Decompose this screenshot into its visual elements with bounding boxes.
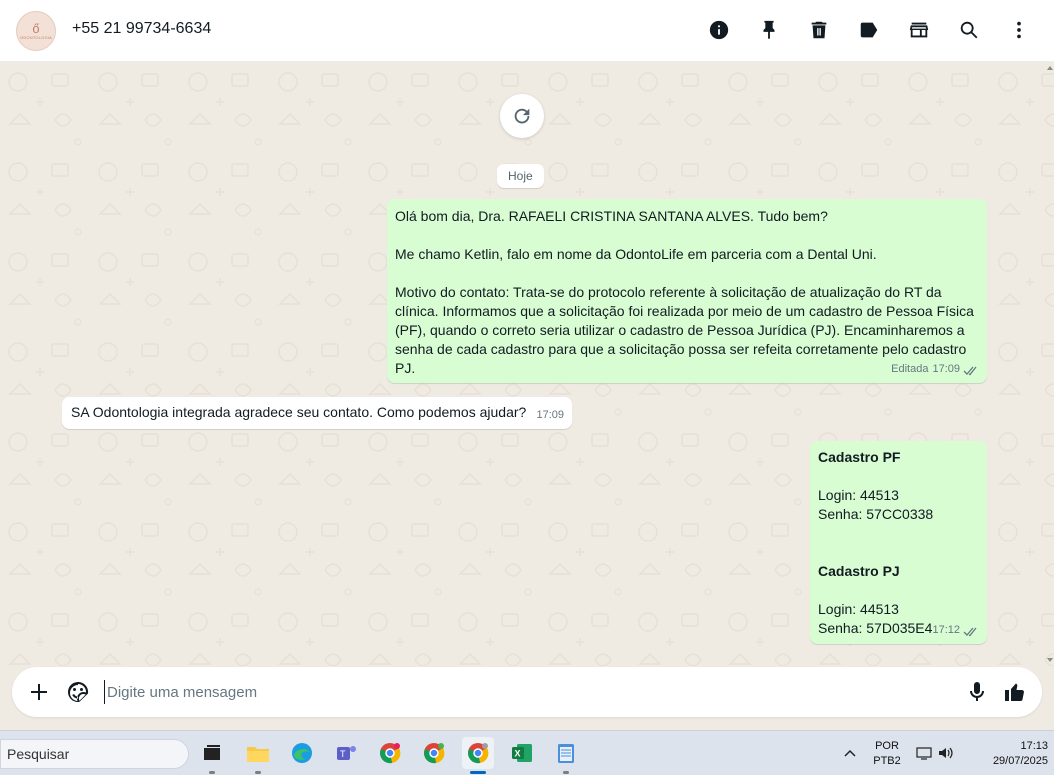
store-icon[interactable] [904,15,934,45]
message-bubble-incoming[interactable]: SA Odontologia integrada agradece seu co… [62,397,572,429]
contact-name[interactable]: +55 21 99734-6634 [72,20,211,38]
double-check-read-icon [963,625,979,637]
more-vert-icon[interactable] [1004,15,1034,45]
clock-date: 29/07/2025 [992,755,1048,767]
message-time: 17:12 [932,624,960,636]
message-text-line: Olá bom dia, Dra. RAFAELI CRISTINA SANTA… [395,208,828,224]
message-text-line: Motivo do contato: Trata-se do protocolo… [395,284,942,300]
file-explorer-icon[interactable] [242,737,274,774]
message-time: 17:09 [536,409,564,421]
label-icon[interactable] [854,15,884,45]
info-icon[interactable] [704,15,734,45]
pin-icon[interactable] [754,15,784,45]
reload-messages-button[interactable] [500,94,544,138]
microphone-icon[interactable] [964,679,990,705]
search-icon[interactable] [954,15,984,45]
message-meta: 17:12 [932,621,979,640]
sticker-emoji-icon[interactable] [65,679,91,705]
double-check-read-icon [963,364,979,376]
delete-icon[interactable] [804,15,834,45]
message-text-line [395,264,979,283]
edited-label: Editada [891,363,929,375]
cadastro-pf-title: Cadastro PF [818,449,901,465]
volume-icon[interactable] [936,743,956,763]
app-running-indicator [209,771,215,774]
task-view-icon[interactable] [196,737,228,774]
message-text-line: clínica. Informamos que a solicitação fo… [395,303,974,319]
taskbar-clock[interactable]: 17:13 29/07/2025 [990,739,1048,769]
message-meta: 17:09 [536,406,564,425]
scroll-down-arrow-icon[interactable] [1047,658,1053,662]
cadastro-pj-title: Cadastro PJ [818,563,900,579]
edge-browser-icon[interactable] [286,737,318,769]
chrome-active-icon[interactable] [462,737,494,774]
chat-header: ő ODONTOLOGIA +55 21 99734-6634 [0,0,1054,62]
message-text-line [395,226,979,245]
avatar-logo-text: ODONTOLOGIA [20,35,52,40]
cadastro-pf-login: Login: 44513 [818,487,899,503]
show-hidden-icons-chevron-icon[interactable] [840,743,860,763]
message-input[interactable] [104,680,954,704]
refresh-icon [514,108,530,124]
excel-icon[interactable]: X [506,737,538,769]
header-actions [684,15,1034,45]
svg-text:X: X [515,749,521,759]
language-code: POR [875,740,899,752]
thumbs-up-icon[interactable] [1002,679,1028,705]
message-time: 17:09 [932,363,960,375]
message-text-line: Me chamo Ketlin, falo em nome da OdontoL… [395,246,877,262]
chat-scrollbar[interactable] [1046,62,1054,666]
cadastro-pf-senha: Senha: 57CC0338 [818,506,934,522]
chrome-profile-icon[interactable] [418,737,450,769]
message-meta: Editada 17:09 [891,360,979,379]
taskbar-search-placeholder: Pesquisar [7,746,70,762]
notepad-icon[interactable] [550,737,582,774]
clock-time: 17:13 [1020,740,1048,752]
teams-icon[interactable]: T [330,737,362,769]
taskbar-search-box[interactable]: Pesquisar [0,739,189,769]
app-running-indicator [255,771,261,774]
windows-taskbar: Pesquisar T X POR PTB2 17:13 29/07/2025 [0,730,1054,775]
scroll-up-arrow-icon[interactable] [1047,66,1053,70]
chat-area[interactable]: Hoje Olá bom dia, Dra. RAFAELI CRISTINA … [0,62,1054,666]
attach-plus-icon[interactable] [26,679,52,705]
system-tray [914,743,958,763]
app-running-indicator [563,771,569,774]
message-bubble-outgoing[interactable]: Olá bom dia, Dra. RAFAELI CRISTINA SANTA… [387,199,987,383]
message-text-line: (PF), quando o correto seria utilizar o … [395,322,965,338]
keyboard-layout-code: PTB2 [873,755,901,767]
network-icon[interactable] [914,743,934,763]
input-language-indicator[interactable]: POR PTB2 [872,739,902,769]
message-composer [12,667,1042,717]
contact-avatar[interactable]: ő ODONTOLOGIA [16,11,56,51]
svg-text:T: T [340,749,346,759]
cadastro-pj-login: Login: 44513 [818,601,899,617]
message-bubble-outgoing[interactable]: Cadastro PF Login: 44513 Senha: 57CC0338… [810,441,987,644]
date-separator: Hoje [497,164,544,188]
avatar-logo-glyph: ő [32,21,40,36]
message-text: SA Odontologia integrada agradece seu co… [71,404,527,420]
message-text-line: senha de cada cadastro para que a solici… [395,341,967,357]
app-active-indicator [470,771,486,774]
chrome-profile-icon[interactable] [374,737,406,769]
